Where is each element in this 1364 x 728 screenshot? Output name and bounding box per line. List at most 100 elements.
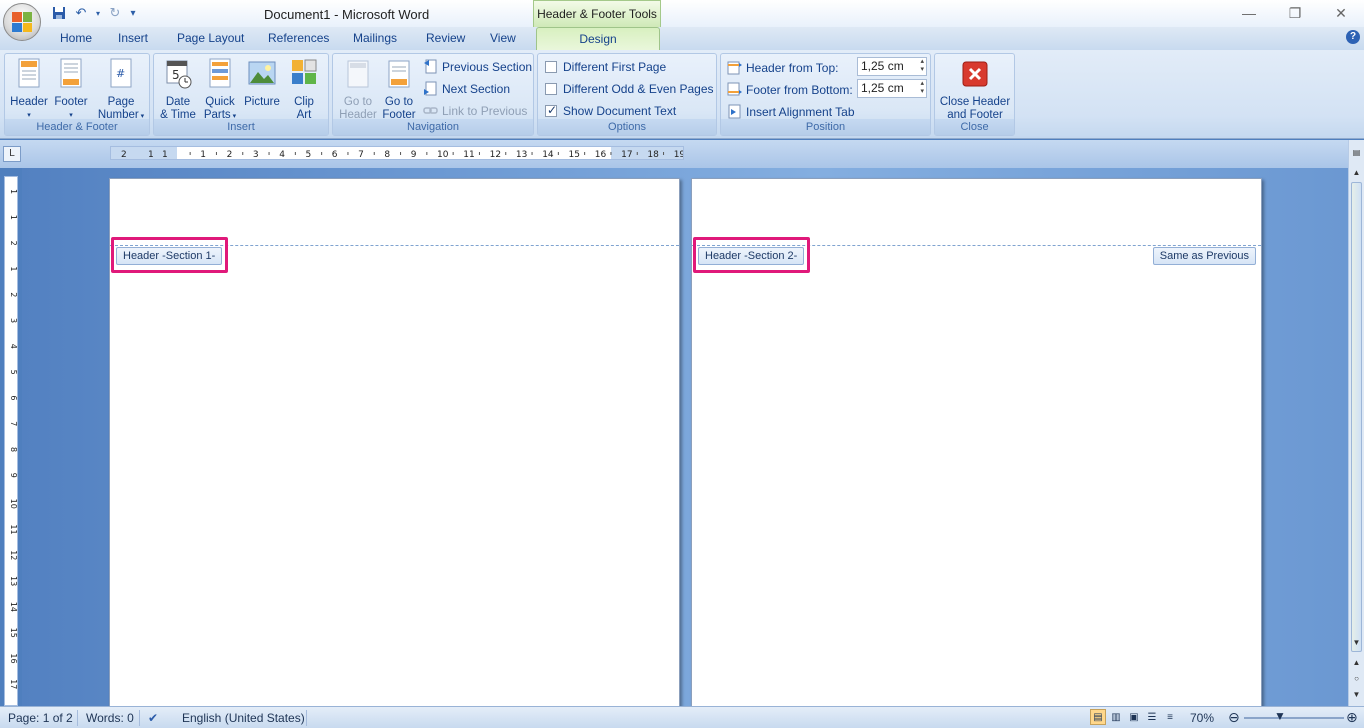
scroll-down-icon[interactable]: ▼ [1349,638,1364,647]
zoom-in-icon[interactable]: ⊕ [1346,709,1358,726]
page-count[interactable]: Page: 1 of 2 [8,711,73,725]
zoom-slider-thumb[interactable]: ▼ [1274,709,1286,723]
previous-section-icon [424,59,437,74]
customize-qat-icon[interactable]: ▾ [128,4,138,22]
language-status[interactable]: English (United States) [182,711,305,725]
quick-parts-button[interactable]: Quick Parts ▾ [200,58,240,123]
horizontal-ruler[interactable]: 2 1 1 1 2 3 4 5 6 7 8 9 10 11 12 13 14 15 16 17 18 19 [110,146,684,160]
group-close: Close Header and Footer Close [934,53,1015,136]
help-icon[interactable]: ? [1346,30,1360,44]
footer-from-bottom-label: Footer from Bottom: [727,82,853,97]
footer-from-bottom-input[interactable]: 1,25 cm ▴ ▾ [857,79,927,98]
print-layout-icon[interactable]: ▤ [1090,709,1106,725]
svg-text:5: 5 [172,68,180,82]
group-label-close: Close [935,119,1014,135]
minimize-icon[interactable]: — [1238,4,1260,22]
different-first-page-check[interactable] [545,61,557,73]
vertical-ruler-label: 9 [9,473,17,478]
footer-icon [60,58,82,88]
close-window-icon[interactable]: ✕ [1330,4,1352,22]
header-icon [18,58,40,88]
page-number-button[interactable]: # Page Number ▾ [95,58,147,123]
date-time-button[interactable]: 5 Date & Time [158,58,198,122]
group-header-footer: Header ▾ Footer ▾ # Page Number ▾ Header… [4,53,150,136]
quick-access-toolbar: ↶ ▾ ↻ ▾ [50,4,138,22]
tab-insert[interactable]: Insert [118,31,148,45]
clip-art-button[interactable]: Clip Art [284,58,324,122]
header-from-top-input[interactable]: 1,25 cm ▴ ▾ [857,57,927,76]
vertical-ruler[interactable]: 112123456789101112131415161718 [4,176,18,706]
show-document-text-check[interactable] [545,103,557,117]
vertical-ruler-label: 1 [9,266,17,271]
vertical-scrollbar[interactable]: ▤ ▲ ▼ ▲ ○ ▼ [1348,140,1364,706]
vertical-ruler-label: 17 [9,679,17,689]
full-screen-reading-icon[interactable]: ▥ [1108,709,1124,725]
vertical-ruler-label: 1 [9,215,17,220]
ruler-label: 13 [516,150,527,159]
group-label-options: Options [538,119,716,135]
zoom-level[interactable]: 70% [1190,711,1214,725]
status-divider [77,710,78,726]
save-icon[interactable] [50,4,68,22]
scroll-up-icon[interactable]: ▲ [1349,168,1364,177]
tab-references[interactable]: References [268,31,329,45]
ruler-label: 7 [358,150,364,159]
spin-arrows-icon[interactable]: ▴ ▾ [920,80,924,96]
dropdown-arrow-icon[interactable]: ▾ [94,4,102,22]
ruler-label: 18 [647,150,659,159]
restore-icon[interactable]: ❐ [1284,4,1306,22]
draft-icon[interactable]: ≡ [1162,709,1178,725]
office-button[interactable] [3,3,41,41]
previous-section-button[interactable]: Previous Section [423,59,532,74]
picture-icon [248,61,276,85]
ruler-ticks: 2 1 1 1 2 3 4 5 6 7 8 9 10 11 12 13 14 15 16 17 18 19 [121,150,683,159]
proofing-icon[interactable]: ✔ [148,711,158,725]
web-layout-icon[interactable]: ▣ [1126,709,1142,725]
next-page-icon[interactable]: ▼ [1349,690,1364,699]
tab-mailings[interactable]: Mailings [353,31,397,45]
highlight-box-section-1 [111,237,228,273]
different-first-page-checkbox[interactable]: Different First Page [545,60,666,74]
view-ruler-icon[interactable]: ▤ [1349,148,1364,157]
tab-selector[interactable]: L [3,146,21,162]
zoom-out-icon[interactable]: ⊖ [1228,709,1240,726]
close-header-footer-button[interactable]: Close Header and Footer [937,58,1013,122]
vertical-ruler-label: 4 [9,344,17,349]
select-browse-object-icon[interactable]: ○ [1349,674,1364,683]
same-as-previous-tag: Same as Previous [1152,247,1256,265]
different-odd-even-check[interactable] [545,83,557,95]
go-to-header-button[interactable]: Go to Header [337,58,379,122]
footer-button[interactable]: Footer ▾ [51,58,91,122]
tab-design[interactable]: Design [536,27,660,51]
vertical-ruler-ticks: 112123456789101112131415161718 [9,189,17,689]
different-odd-even-checkbox[interactable]: Different Odd & Even Pages [545,82,714,96]
ruler-label: 1 [148,150,154,159]
insert-alignment-tab-button[interactable]: Insert Alignment Tab [727,104,855,119]
ruler-label: 4 [279,150,285,159]
previous-page-icon[interactable]: ▲ [1349,658,1364,667]
go-to-footer-button[interactable]: Go to Footer [377,58,421,122]
spin-arrows-icon[interactable]: ▴ ▾ [920,58,924,74]
group-insert: 5 Date & Time Quick Parts ▾ Picture Clip… [153,53,329,136]
group-options: Different First Page Different Odd & Eve… [537,53,717,136]
tab-page-layout[interactable]: Page Layout [177,31,244,45]
vertical-ruler-label: 13 [9,576,17,586]
link-to-previous-button[interactable]: Link to Previous [423,103,527,118]
tab-home[interactable]: Home [60,31,92,45]
ruler-label: 8 [384,150,390,159]
picture-button[interactable]: Picture [242,58,282,109]
word-count[interactable]: Words: 0 [86,711,134,725]
zoom-slider[interactable] [1244,717,1344,719]
undo-icon[interactable]: ↶ [72,4,90,22]
scroll-thumb[interactable] [1351,182,1362,652]
tab-review[interactable]: Review [426,31,465,45]
header-position-icon [727,61,742,75]
header-button[interactable]: Header ▾ [9,58,49,122]
group-label-position: Position [721,119,930,135]
redo-icon[interactable]: ↻ [106,4,124,22]
show-document-text-checkbox[interactable]: Show Document Text [545,103,676,118]
tab-view[interactable]: View [490,31,516,45]
next-section-button[interactable]: Next Section [423,81,510,96]
outline-icon[interactable]: ☰ [1144,709,1160,725]
header-footer-tools-label: Header & Footer Tools [533,0,661,27]
